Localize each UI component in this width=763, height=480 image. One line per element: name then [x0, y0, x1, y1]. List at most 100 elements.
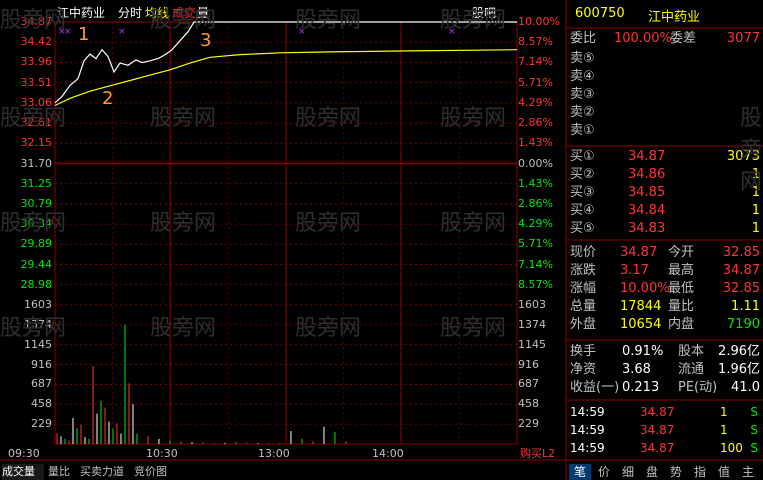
side-tab-2[interactable]: 细 [617, 464, 639, 480]
volume-label-left-4: 687 [31, 377, 52, 391]
buy-level-price: 34.86 [628, 167, 666, 182]
sell-level-label: 卖③ [570, 87, 595, 102]
price-label-right-6: 1.43% [518, 136, 553, 150]
stat-value: 10654 [620, 317, 662, 332]
volume-label-right-4: 687 [518, 377, 539, 391]
tick-direction: S [750, 441, 758, 455]
price-label-left-1: 34.42 [20, 35, 53, 49]
price-label-left-8: 31.25 [20, 176, 53, 190]
tab-auction-chart[interactable]: 竞价图 [134, 464, 174, 480]
time-label-0930: 09:30 [8, 447, 40, 460]
stat-label: 量比 [668, 299, 695, 314]
sell-level-label: 卖⑤ [570, 51, 595, 66]
buy-level-row: 买① 34.87 3073 [570, 148, 762, 166]
stat-row: 换手 0.91% 股本 2.96亿 [570, 343, 762, 361]
stat-label: 涨幅 [570, 281, 597, 296]
weicha-label: 委差 [670, 31, 697, 46]
buy-level-row: 买③ 34.85 1 [570, 184, 762, 202]
stat-value: 3.17 [620, 263, 649, 278]
buy-level-volume: 1 [751, 185, 760, 200]
volume-label-left-2: 1145 [24, 337, 52, 351]
volume-label-right-5: 458 [518, 397, 539, 411]
stock-code: 600750 [575, 6, 625, 21]
side-tab-3[interactable]: 盘 [641, 464, 663, 480]
stat-value: 0.91% [622, 344, 664, 359]
buy-level-label: 买⑤ [570, 221, 595, 236]
price-label-right-5: 2.86% [518, 116, 553, 130]
side-tab-0[interactable]: 笔 [569, 464, 591, 480]
weicha-value: 3077 [726, 31, 760, 46]
side-tab-4[interactable]: 势 [665, 464, 687, 480]
stat-value: 32.85 [722, 281, 760, 296]
avg-line-label[interactable]: 均线 [145, 6, 169, 20]
volume-label-left-6: 229 [31, 417, 52, 431]
price-label-left-6: 32.15 [20, 136, 53, 150]
volume-label-right-6: 229 [518, 417, 539, 431]
side-tab-7[interactable]: 主 [737, 464, 759, 480]
buy-level-label: 买③ [570, 185, 595, 200]
stat-row: 外盘 10654 内盘 7190 [570, 316, 762, 334]
event-marker-icon: × [448, 27, 456, 37]
side-tab-6[interactable]: 值 [713, 464, 735, 480]
stock-name-quote: 江中药业 [648, 10, 701, 25]
time-label-1400: 14:00 [372, 447, 404, 460]
tab-volume-ratio[interactable]: 量比 [48, 464, 74, 480]
price-label-left-4: 33.06 [20, 95, 53, 109]
stock-name-label: 江中药业 [57, 6, 106, 20]
buy-level-row: 买⑤ 34.83 1 [570, 220, 762, 238]
stat-row: 涨跌 3.17 最高 34.87 [570, 262, 762, 280]
sell-level-label: 卖② [570, 105, 595, 120]
side-tab-5[interactable]: 指 [689, 464, 711, 480]
stat-label: 换手 [570, 344, 597, 359]
tab-buy-sell-force[interactable]: 买卖力道 [80, 464, 130, 480]
tick-row: 14:59 34.87 1 S [570, 421, 762, 439]
price-label-right-2: 7.14% [518, 55, 553, 69]
event-marker-icon: × [64, 27, 72, 37]
buy-level-price: 34.83 [628, 221, 666, 236]
time-label-1030: 10:30 [146, 447, 178, 460]
side-tab-1[interactable]: 价 [593, 464, 615, 480]
stat-value: 3.68 [622, 362, 651, 377]
stat-label: 总量 [570, 299, 597, 314]
stat-label: 净资 [570, 362, 597, 377]
volume-label-right-0: 1603 [518, 298, 546, 311]
sell-level-row: 卖⑤ [570, 50, 762, 68]
price-label-left-7: 31.70 [20, 156, 53, 170]
price-label-right-13: 8.57% [518, 277, 553, 291]
price-label-right-1: 8.57% [518, 35, 553, 49]
sell-level-row: 卖① [570, 122, 762, 140]
tick-volume: 1 [720, 405, 728, 419]
stat-value: 34.87 [722, 263, 760, 278]
stat-label: 最低 [668, 281, 695, 296]
stat-row: 收益(一) 0.213 PE(动) 41.0 [570, 379, 762, 397]
stat-row: 净资 3.68 流通 1.96亿 [570, 361, 762, 379]
price-line-label[interactable]: 成交 [172, 6, 196, 20]
time-label-1300: 13:00 [258, 447, 290, 460]
tick-direction: S [750, 423, 758, 437]
stat-label: 今开 [668, 245, 695, 260]
tick-price: 34.87 [640, 441, 675, 455]
price-label-right-8: 1.43% [518, 176, 553, 190]
stat-label: 涨跌 [570, 263, 597, 278]
stat-value: 41.0 [731, 380, 760, 395]
stat-value: 0.213 [622, 380, 660, 395]
intraday-mode-label[interactable]: 分时 [118, 6, 142, 20]
tick-row: 14:59 34.87 100 S [570, 439, 762, 457]
stat-value: 34.87 [620, 245, 658, 260]
weibi-value: 100.00% [614, 31, 672, 46]
stat-label: 现价 [570, 245, 597, 260]
tab-volume[interactable]: 成交量 [2, 464, 44, 480]
price-label-left-13: 28.98 [20, 277, 53, 291]
annotation-3: 3 [200, 30, 212, 51]
buy-level-price: 34.87 [628, 149, 666, 164]
tick-time: 14:59 [570, 441, 605, 455]
sell-level-row: 卖④ [570, 68, 762, 86]
forum-link[interactable]: 股吧 [472, 6, 496, 20]
price-label-left-5: 32.61 [20, 116, 53, 130]
volume-label[interactable]: 量 [197, 6, 209, 20]
price-label-left-9: 30.79 [20, 196, 53, 210]
volume-label-left-5: 458 [31, 397, 52, 411]
stat-label: 内盘 [668, 317, 695, 332]
price-label-left-11: 29.89 [20, 237, 53, 251]
buy-l2-link[interactable]: 购买L2 [520, 448, 555, 460]
